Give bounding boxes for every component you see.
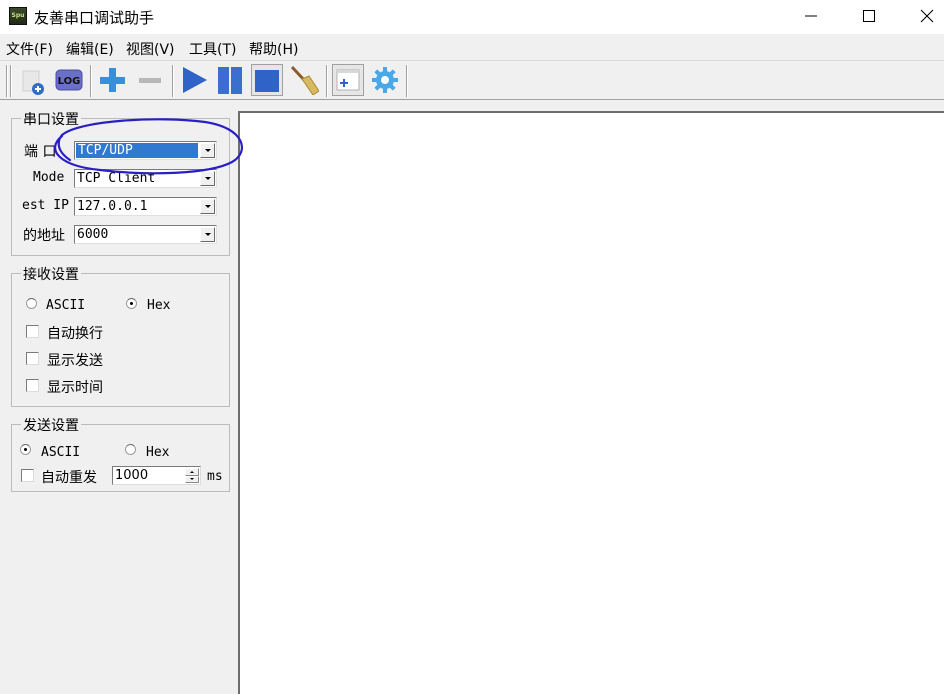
pause-icon: [218, 67, 242, 94]
log-icon: LOG: [55, 69, 83, 91]
port-settings-group: 串口设置 端 口 TCP/UDP Mode TCP Client est IP …: [11, 109, 230, 256]
clear-button[interactable]: [288, 64, 320, 96]
broom-icon: [290, 65, 319, 95]
spin-down-icon[interactable]: [185, 475, 199, 483]
receive-settings-group: 接收设置 ASCII Hex 自动换行 显示发送 显示时间: [11, 264, 230, 407]
minimize-icon: [805, 15, 817, 17]
receive-hex-label: Hex: [147, 298, 171, 313]
close-button[interactable]: [904, 0, 944, 32]
show-time-checkbox[interactable]: [26, 379, 39, 392]
spin-up-icon[interactable]: [185, 468, 199, 476]
menu-view[interactable]: 视图(V): [126, 39, 175, 59]
new-window-button[interactable]: [332, 64, 364, 96]
toolbar-grip: [10, 65, 12, 97]
auto-wrap-checkbox[interactable]: [26, 325, 39, 338]
receive-settings-legend: 接收设置: [21, 264, 81, 284]
receive-ascii-label: ASCII: [46, 298, 86, 313]
chevron-down-icon[interactable]: [200, 227, 215, 242]
address-label: 的地址: [23, 228, 65, 244]
show-time-label: 显示时间: [47, 380, 103, 396]
open-port-button[interactable]: [16, 64, 48, 96]
port-select[interactable]: TCP/UDP: [74, 141, 217, 160]
chevron-down-icon[interactable]: [200, 143, 215, 158]
toolbar-separator: [406, 65, 408, 97]
auto-resend-checkbox[interactable]: [21, 469, 34, 482]
start-button[interactable]: [178, 64, 210, 96]
spin-buttons: [185, 468, 199, 483]
toolbar: LOG: [0, 60, 944, 100]
settings-panel: 串口设置 端 口 TCP/UDP Mode TCP Client est IP …: [0, 101, 238, 694]
send-ascii-label: ASCII: [41, 445, 81, 460]
menu-help[interactable]: 帮助(H): [249, 39, 298, 59]
close-icon: [920, 9, 934, 23]
app-icon: Spu: [9, 7, 27, 25]
minimize-button[interactable]: [788, 0, 834, 32]
menu-bar: 文件(F) 编辑(E) 视图(V) 工具(T) 帮助(H): [0, 34, 944, 60]
resend-interval-spinbox[interactable]: 1000: [112, 466, 201, 485]
menu-file[interactable]: 文件(F): [6, 39, 53, 59]
send-ascii-radio[interactable]: [20, 444, 31, 455]
toolbar-separator: [172, 65, 174, 97]
log-button[interactable]: LOG: [53, 64, 85, 96]
stop-button[interactable]: [251, 64, 283, 96]
toolbar-grip: [6, 65, 8, 97]
chevron-down-icon[interactable]: [200, 171, 215, 186]
send-settings-legend: 发送设置: [21, 415, 81, 435]
maximize-button[interactable]: [846, 0, 892, 32]
add-button[interactable]: [96, 64, 128, 96]
remove-button[interactable]: [134, 64, 166, 96]
stop-icon: [255, 70, 279, 92]
address-select[interactable]: 6000: [74, 225, 217, 244]
pause-button[interactable]: [214, 64, 246, 96]
send-hex-label: Hex: [146, 445, 170, 460]
new-window-icon: [336, 69, 360, 91]
interval-unit-label: ms: [207, 469, 223, 484]
receive-hex-radio[interactable]: [126, 298, 137, 309]
plus-icon: [100, 68, 125, 92]
receive-text-area[interactable]: [238, 111, 944, 694]
show-send-label: 显示发送: [47, 353, 103, 369]
port-label: 端 口: [24, 144, 57, 160]
maximize-icon: [863, 10, 875, 22]
send-settings-group: 发送设置 ASCII Hex 自动重发 1000 ms: [11, 415, 230, 492]
show-send-checkbox[interactable]: [26, 352, 39, 365]
window-title: 友善串口调试助手: [34, 9, 155, 27]
menu-edit[interactable]: 编辑(E): [66, 39, 114, 59]
menu-tools[interactable]: 工具(T): [189, 39, 236, 59]
auto-resend-label: 自动重发: [41, 470, 97, 486]
chevron-down-icon[interactable]: [200, 199, 215, 214]
auto-wrap-label: 自动换行: [47, 326, 103, 342]
receive-ascii-radio[interactable]: [26, 298, 37, 309]
send-hex-radio[interactable]: [125, 444, 136, 455]
new-port-icon: [22, 70, 44, 95]
dest-ip-select[interactable]: 127.0.0.1: [74, 197, 217, 216]
play-icon: [183, 67, 207, 93]
svg-text:LOG: LOG: [58, 76, 81, 87]
gear-icon: [372, 67, 398, 93]
port-settings-legend: 串口设置: [21, 109, 81, 129]
minus-icon: [139, 78, 161, 83]
dest-ip-label: est IP: [22, 198, 69, 213]
mode-label: Mode: [33, 170, 65, 185]
settings-button[interactable]: [369, 64, 401, 96]
toolbar-separator: [90, 65, 92, 97]
title-bar: Spu 友善串口调试助手: [0, 0, 944, 34]
toolbar-separator: [326, 65, 328, 97]
mode-select[interactable]: TCP Client: [74, 169, 217, 188]
